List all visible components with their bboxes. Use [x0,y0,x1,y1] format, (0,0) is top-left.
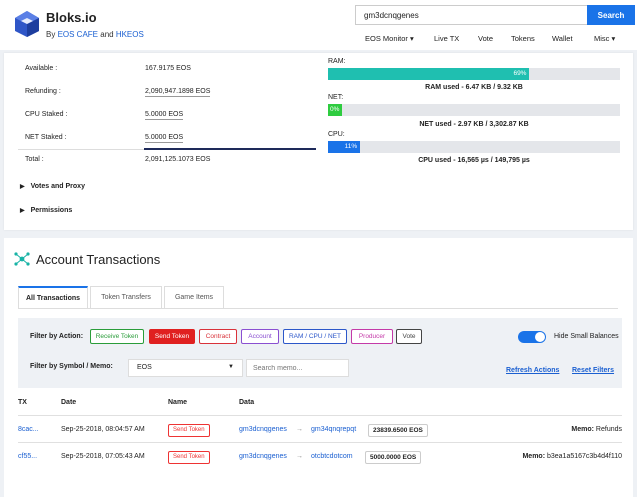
available-value: 167.9175 EOS [145,65,191,72]
total-value: 2,091,125.1073 EOS [145,156,211,163]
nav-tokens[interactable]: Tokens [511,34,535,43]
chip-account[interactable]: Account [241,329,279,344]
chip-contract[interactable]: Contract [199,329,237,344]
chip-send-token[interactable]: Send Token [149,329,195,344]
tx-link[interactable]: 8cac... [18,426,39,433]
col-date: Date [61,399,77,406]
chip-vote[interactable]: Vote [396,329,422,344]
ram-bar: 69% [328,68,620,80]
hide-small-balances-toggle[interactable] [518,331,546,343]
nav-misc[interactable]: Misc ▾ [594,34,615,43]
nav-vote[interactable]: Vote [478,34,493,43]
total-label: Total : [25,156,44,163]
table-row: 8cac... Sep-25-2018, 08:04:57 AM Send To… [18,415,622,442]
net-bar-fill: 0% [328,104,342,116]
transactions-card: Account Transactions All Transactions To… [4,238,633,497]
caret-down-icon: ▼ [228,364,234,370]
toggle-knob [535,332,545,342]
action-badge: Send Token [168,424,210,437]
net-staked-label: NET Staked : [25,134,67,141]
nav-wallet[interactable]: Wallet [552,34,573,43]
cpu-bar: 11% [328,141,620,153]
tab-underline [18,308,618,309]
amount-badge: 5000.0000 EOS [365,451,422,464]
net-staked-value[interactable]: 5.0000 EOS [145,134,184,143]
net-caption: NET used - 2.97 KB / 3,302.87 KB [419,121,529,128]
net-label: NET: [328,94,344,101]
cpu-caption: CPU used - 16,565 µs / 149,795 µs [418,157,530,164]
filter-action-label: Filter by Action: [30,333,84,340]
from-account-link[interactable]: gm3dcnqgenes [239,426,287,433]
nav-eos-monitor[interactable]: EOS Monitor ▾ [365,34,414,43]
reset-filters-link[interactable]: Reset Filters [572,367,614,374]
chip-ram-cpu-net[interactable]: RAM / CPU / NET [283,329,347,344]
top-header: Bloks.io By EOS CAFE and HKEOS Search EO… [0,0,637,50]
col-data: Data [239,399,255,406]
net-bar: 0% [328,104,620,116]
hide-small-balances-label: Hide Small Balances [554,333,619,340]
to-account-link[interactable]: otcbtcdotcom [311,453,353,460]
ram-caption: RAM used - 6.47 KB / 9.32 KB [425,84,523,91]
cpu-label: CPU: [328,131,345,138]
refunding-value[interactable]: 2,090,947.1898 EOS [145,88,211,97]
memo-search-input[interactable] [246,359,349,377]
hkeos-link[interactable]: HKEOS [116,30,144,39]
filter-symbol-label: Filter by Symbol / Memo: [30,363,113,370]
nav-live-tx[interactable]: Live TX [434,34,459,43]
action-badge: Send Token [168,451,210,464]
tx-date: Sep-25-2018, 08:04:57 AM [61,426,145,433]
eos-cafe-link[interactable]: EOS CAFE [58,30,98,39]
refunding-label: Refunding : [25,88,61,95]
permissions-toggle[interactable]: ▶ Permissions [20,207,72,214]
arrow-right-icon: → [296,426,303,433]
bloks-logo-icon[interactable] [14,10,40,38]
table-row: cf55... Sep-25-2018, 07:05:43 AM Send To… [18,442,622,469]
byline: By EOS CAFE and HKEOS [46,30,144,39]
votes-and-proxy-toggle[interactable]: ▶ Votes and Proxy [20,183,85,190]
memo-text: Memo: b3ea1a5167c3b4d4f110 [522,453,622,460]
tab-token-transfers[interactable]: Token Transfers [90,286,162,308]
total-divider [144,148,316,150]
search-input[interactable] [355,5,587,25]
tx-link[interactable]: cf55... [18,453,37,460]
amount-badge: 23839.6500 EOS [368,424,428,437]
divider [18,149,144,150]
network-nodes-icon [14,252,30,266]
filter-panel: Filter by Action: Receive Token Send Tok… [18,318,622,388]
memo-text: Memo: Refunds [571,426,622,433]
chip-receive-token[interactable]: Receive Token [90,329,144,344]
brand-name[interactable]: Bloks.io [46,10,97,25]
to-account-link[interactable]: gm34qnqrepqt [311,426,356,433]
col-tx: TX [18,399,27,406]
tab-all-transactions[interactable]: All Transactions [18,286,88,308]
cpu-staked-value[interactable]: 5.0000 EOS [145,111,184,120]
caret-right-icon: ▶ [20,208,25,214]
section-title: Account Transactions [36,252,161,267]
account-summary-card: Available : 167.9175 EOS Refunding : 2,0… [4,53,633,230]
refresh-actions-link[interactable]: Refresh Actions [506,367,559,374]
tab-game-items[interactable]: Game Items [164,286,224,308]
chip-producer[interactable]: Producer [351,329,393,344]
arrow-right-icon: → [296,453,303,460]
available-label: Available : [25,65,58,72]
col-name: Name [168,399,188,406]
tx-date: Sep-25-2018, 07:05:43 AM [61,453,145,460]
search-button[interactable]: Search [587,5,635,25]
cpu-staked-label: CPU Staked : [25,111,68,118]
symbol-select[interactable]: EOS ▼ [128,359,243,377]
from-account-link[interactable]: gm3dcnqgenes [239,453,287,460]
ram-bar-fill: 69% [328,68,530,80]
ram-label: RAM: [328,58,346,65]
cpu-bar-fill: 11% [328,141,361,153]
caret-right-icon: ▶ [20,184,25,190]
